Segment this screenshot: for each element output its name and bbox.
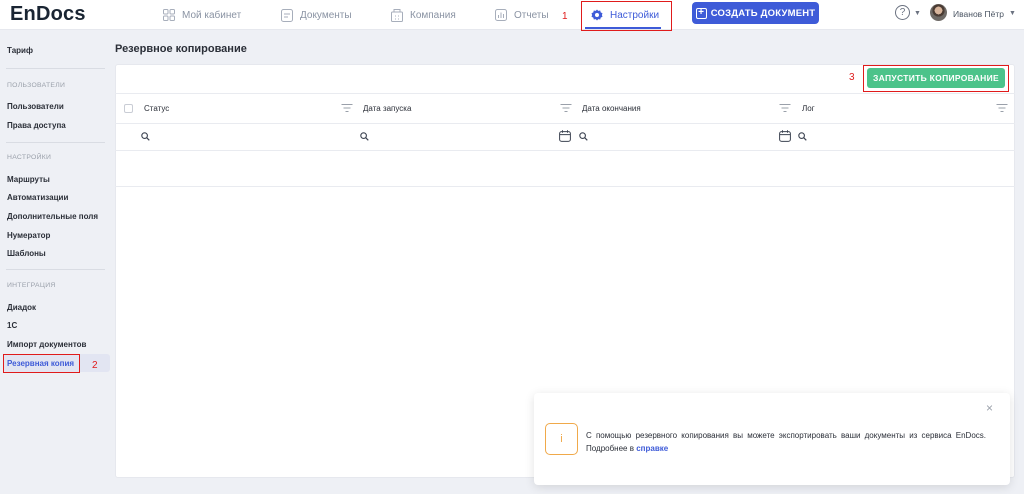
chevron-down-icon[interactable]: ▼ [1009, 10, 1016, 17]
top-header: EnDocs Мой кабинет Документы Компания От… [0, 0, 1024, 30]
create-document-button[interactable]: + СОЗДАТЬ ДОКУМЕНТ [692, 2, 819, 24]
sidebar-item-1c[interactable]: 1С [7, 321, 17, 330]
annotation-number: 1 [562, 11, 568, 22]
annotation-box [3, 354, 80, 373]
toast-message: С помощью резервного копирования вы може… [586, 429, 986, 455]
filter-icon[interactable] [560, 103, 572, 113]
building-icon [390, 8, 404, 22]
search-icon[interactable] [141, 132, 150, 141]
annotation-number: 2 [92, 360, 98, 371]
info-icon: i [545, 423, 578, 455]
sidebar-section-integration: ИНТЕГРАЦИЯ [7, 282, 56, 289]
column-header-start-date[interactable]: Дата запуска [363, 104, 411, 113]
close-icon[interactable]: × [986, 401, 993, 415]
sidebar-item-users[interactable]: Пользователи [7, 102, 64, 111]
divider [6, 269, 105, 270]
nav-label: Мой кабинет [182, 9, 242, 21]
sidebar [0, 31, 112, 494]
app-logo[interactable]: EnDocs [10, 3, 86, 26]
annotation-box [581, 1, 672, 31]
sidebar-item-access-rights[interactable]: Права доступа [7, 121, 66, 130]
nav-documents[interactable]: Документы [280, 6, 352, 24]
filter-icon[interactable] [341, 103, 353, 113]
nav-label: Компания [410, 9, 456, 21]
sidebar-item-additional-fields[interactable]: Дополнительные поля [7, 212, 98, 221]
divider [6, 68, 105, 69]
nav-label: Документы [300, 9, 352, 21]
column-header-status[interactable]: Статус [144, 104, 169, 113]
sidebar-section-users: ПОЛЬЗОВАТЕЛИ [7, 82, 66, 89]
create-document-label: СОЗДАТЬ ДОКУМЕНТ [710, 7, 816, 19]
divider [115, 123, 1015, 124]
nav-label: Отчеты [514, 9, 549, 21]
sidebar-section-settings: НАСТРОЙКИ [7, 154, 52, 161]
sidebar-item-numerator[interactable]: Нумератор [7, 231, 50, 240]
nav-reports[interactable]: Отчеты [494, 6, 549, 24]
column-header-log[interactable]: Лог [802, 104, 815, 113]
grid-icon [162, 8, 176, 22]
column-header-end-date[interactable]: Дата окончания [582, 104, 641, 113]
avatar[interactable] [930, 4, 947, 21]
divider [115, 93, 1015, 94]
filter-icon[interactable] [996, 103, 1008, 113]
sidebar-item-diadoc[interactable]: Диадок [7, 303, 36, 312]
sidebar-item-import-documents[interactable]: Импорт документов [7, 340, 86, 349]
divider [115, 150, 1015, 151]
sidebar-item-routes[interactable]: Маршруты [7, 175, 50, 184]
annotation-number: 3 [849, 72, 855, 83]
help-icon[interactable]: ? [895, 5, 910, 20]
divider [115, 186, 1015, 187]
sidebar-item-automations[interactable]: Автоматизации [7, 193, 68, 202]
page-title: Резервное копирование [115, 43, 247, 55]
search-icon[interactable] [798, 132, 807, 141]
user-name[interactable]: Иванов Пётр [953, 9, 1004, 19]
divider [6, 142, 105, 143]
calendar-icon[interactable] [559, 130, 571, 142]
chevron-down-icon[interactable]: ▼ [914, 10, 921, 17]
plus-icon: + [695, 7, 707, 19]
calendar-icon[interactable] [779, 130, 791, 142]
document-icon [280, 8, 294, 22]
search-icon[interactable] [579, 132, 588, 141]
sidebar-item-tariff[interactable]: Тариф [7, 46, 33, 55]
search-icon[interactable] [360, 132, 369, 141]
annotation-box [863, 65, 1009, 92]
help-link[interactable]: справке [636, 444, 668, 453]
nav-my-cabinet[interactable]: Мой кабинет [162, 6, 241, 24]
sidebar-item-templates[interactable]: Шаблоны [7, 249, 46, 258]
report-icon [494, 8, 508, 22]
filter-icon[interactable] [779, 103, 791, 113]
select-all-checkbox[interactable] [124, 104, 133, 113]
nav-company[interactable]: Компания [390, 6, 456, 24]
